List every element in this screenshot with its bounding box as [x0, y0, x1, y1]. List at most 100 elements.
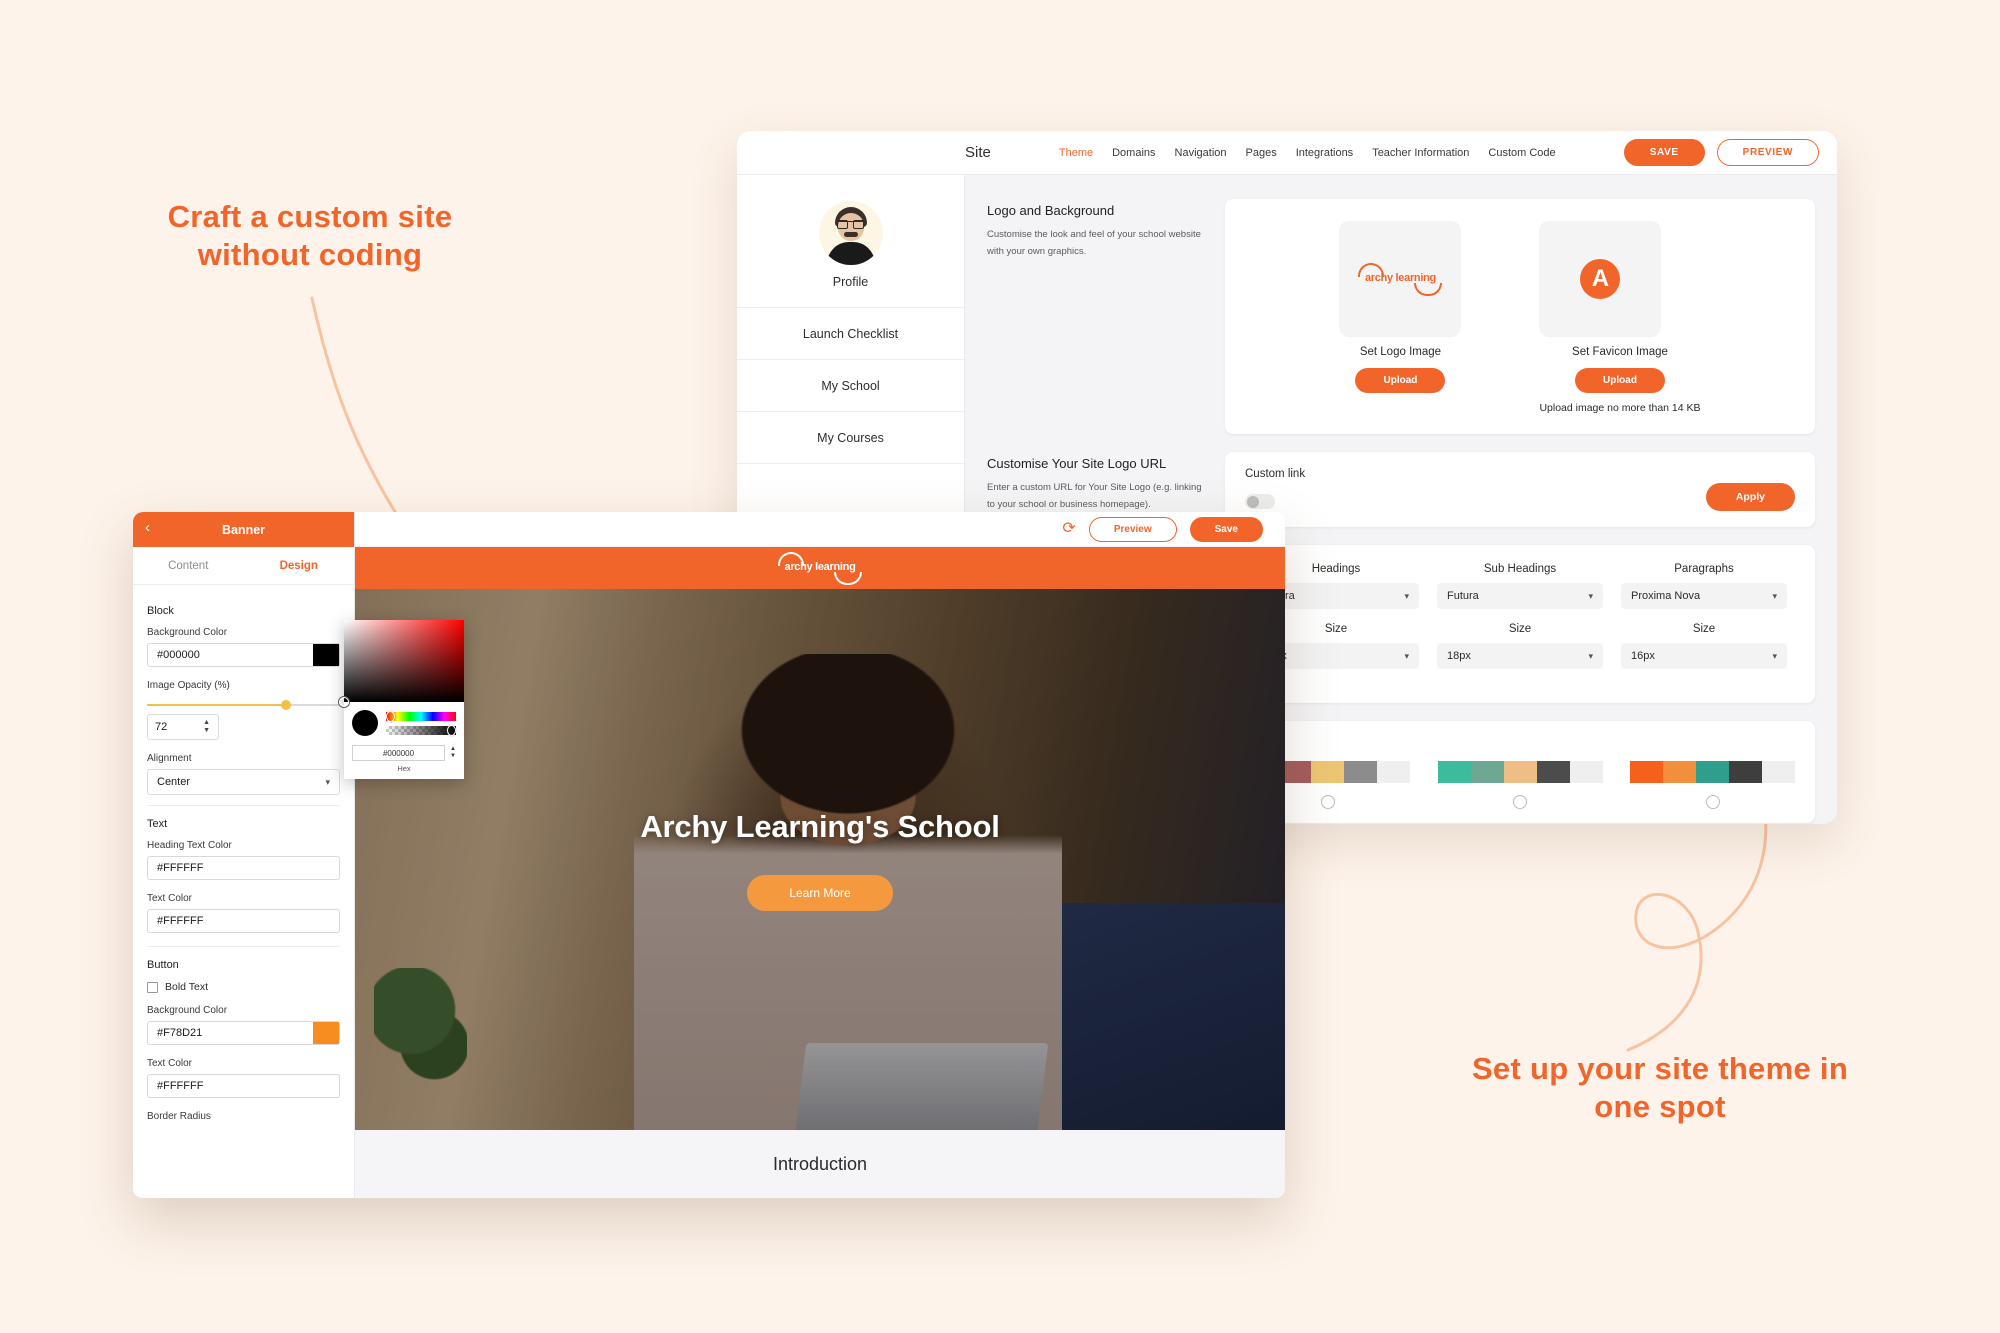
sidebar-item-launch-checklist[interactable]: Launch Checklist [737, 307, 964, 359]
logo-and-background-section: Logo and Background Customise the look a… [987, 199, 1815, 434]
color-picker-popup[interactable]: #000000 ▲ ▼ Hex [339, 620, 464, 779]
sub-headings-font-select[interactable]: Futura ▾ [1437, 583, 1603, 609]
image-opacity-slider[interactable] [147, 696, 340, 710]
typography-card: Headings Futura ▾ Size 24px ▾ Sub Headin… [1225, 545, 1815, 703]
heading-text-color-input[interactable]: #FFFFFF [147, 856, 340, 880]
save-button[interactable]: SAVE [1623, 139, 1705, 166]
chevron-down-icon: ▾ [1772, 650, 1777, 661]
logo-image-slot: archy learning Set Logo Image Upload [1339, 221, 1462, 414]
border-radius-label: Border Radius [147, 1111, 211, 1122]
hex-stepper-arrows-icon[interactable]: ▲ ▼ [450, 746, 456, 759]
refresh-icon[interactable]: ⟳ [1062, 521, 1075, 537]
sidebar-item-my-courses[interactable]: My Courses [737, 411, 964, 463]
callout-right: Set up your site theme in one spot [1471, 1051, 1849, 1124]
tab-content[interactable]: Content [133, 547, 244, 584]
logo-section-title: Logo and Background [987, 203, 1115, 218]
sidebar-profile[interactable]: Profile [737, 175, 964, 307]
favicon-letter-icon: A [1580, 259, 1621, 299]
alignment-select[interactable]: Center ▾ [147, 769, 340, 795]
preset-2-radio[interactable] [1513, 795, 1527, 809]
alignment-value: Center [157, 776, 191, 788]
preset-swatch [1696, 761, 1729, 783]
hex-input[interactable]: #000000 [352, 745, 446, 761]
tab-pages[interactable]: Pages [1246, 147, 1277, 159]
tab-navigation[interactable]: Navigation [1175, 147, 1227, 159]
tab-design[interactable]: Design [244, 547, 355, 584]
paragraphs-size-select[interactable]: 16px ▾ [1621, 643, 1787, 669]
sidebar-item-extra[interactable] [737, 463, 964, 515]
chevron-down-icon: ▾ [325, 776, 330, 787]
bold-text-checkbox-row[interactable]: Bold Text [147, 981, 340, 993]
tab-domains[interactable]: Domains [1112, 147, 1155, 159]
admin-topbar: Site Theme Domains Navigation Pages Inte… [737, 131, 1837, 175]
preset-option-2[interactable] [1437, 761, 1603, 809]
image-opacity-stepper[interactable]: 72 ▲ ▼ [147, 714, 219, 740]
preset-3-radio[interactable] [1705, 795, 1720, 809]
preset-swatch [1377, 761, 1410, 783]
bold-text-label: Bold Text [165, 981, 208, 993]
alpha-slider[interactable] [386, 724, 456, 736]
logo-card: archy learning Set Logo Image Upload A S… [1225, 199, 1815, 434]
paragraphs-font-select[interactable]: Proxima Nova ▾ [1621, 583, 1787, 609]
preset-option-3[interactable] [1630, 761, 1795, 809]
button-background-color-label: Background Color [147, 1005, 228, 1016]
tab-integrations[interactable]: Integrations [1296, 147, 1353, 159]
upload-logo-button[interactable]: Upload [1355, 368, 1446, 393]
favicon-image-slot: A Set Favicon Image Upload Upload image … [1539, 221, 1701, 414]
button-background-color-input[interactable]: #F78D21 [147, 1021, 340, 1045]
color-picker-saturation-handle[interactable] [339, 697, 349, 707]
logo-section-subtitle: Customise the look and feel of your scho… [987, 229, 1201, 257]
logo-url-card: Custom link Apply [1225, 452, 1815, 527]
banner-panel-title: Banner [221, 522, 266, 537]
color-picker-saturation-area[interactable] [339, 620, 464, 707]
tab-theme[interactable]: Theme [1059, 147, 1093, 159]
block-background-color-value: #000000 [157, 649, 200, 661]
chevron-down-icon: ▾ [1404, 650, 1409, 661]
preset-swatch [1729, 761, 1762, 783]
preset-1-radio[interactable] [1320, 795, 1335, 809]
banner-editor-window: ‹ Banner Content Design Block Background… [133, 512, 1285, 1198]
logo-url-subtitle: Enter a custom URL for Your Site Logo (e… [987, 482, 1202, 510]
banner-panel-header: ‹ Banner [133, 512, 354, 547]
stepper-arrows-icon[interactable]: ▲ ▼ [203, 719, 210, 734]
favicon-preview-box[interactable]: A [1539, 221, 1662, 337]
custom-link-toggle[interactable] [1245, 494, 1275, 509]
upload-favicon-button[interactable]: Upload [1575, 368, 1665, 393]
block-background-color-input[interactable]: #000000 [147, 643, 340, 667]
color-picker-row [352, 710, 456, 736]
admin-nav: Theme Domains Navigation Pages Integrati… [1059, 147, 1556, 159]
chevron-down-icon: ▾ [1772, 590, 1777, 601]
button-background-color-swatch[interactable] [313, 1022, 339, 1044]
chevron-down-icon: ▾ [1588, 650, 1593, 661]
logo-url-title: Customise Your Site Logo URL [987, 456, 1167, 471]
preview-button[interactable]: PREVIEW [1716, 139, 1819, 166]
hue-slider[interactable] [386, 710, 456, 722]
button-text-color-input[interactable]: #FFFFFF [147, 1074, 340, 1098]
sub-headings-size-select[interactable]: 18px ▾ [1437, 643, 1603, 669]
heading-text-color-value: #FFFFFF [157, 862, 204, 874]
divider [147, 805, 340, 806]
image-opacity-value: 72 [155, 721, 168, 733]
sub-headings-label: Sub Headings [1483, 563, 1557, 575]
save-button[interactable]: Save [1189, 516, 1263, 542]
block-background-color-swatch[interactable] [313, 644, 339, 666]
hero-content: Archy Learning's School Learn More [355, 589, 1285, 1130]
paragraphs-label: Paragraphs [1674, 563, 1734, 575]
set-favicon-image-label: Set Favicon Image [1572, 346, 1668, 358]
sub-headings-size-label: Size [1508, 623, 1532, 635]
text-color-input[interactable]: #FFFFFF [147, 909, 340, 933]
logo-preview-box[interactable]: archy learning [1339, 221, 1462, 337]
learn-more-button[interactable]: Learn More [747, 874, 893, 911]
preview-toolbar: ⟳ Preview Save [355, 512, 1285, 547]
bold-text-checkbox[interactable] [147, 981, 158, 993]
tab-teacher-information[interactable]: Teacher Information [1372, 147, 1469, 159]
apply-button[interactable]: Apply [1705, 483, 1795, 511]
back-chevron-icon[interactable]: ‹ [145, 520, 150, 535]
preview-button[interactable]: Preview [1088, 516, 1177, 542]
block-background-color-label: Background Color [147, 627, 228, 638]
site-preview-header: archy learning [355, 547, 1285, 589]
hex-input-row: #000000 ▲ ▼ [352, 745, 456, 761]
tab-custom-code[interactable]: Custom Code [1488, 147, 1555, 159]
text-group-title: Text [147, 818, 168, 830]
sidebar-item-my-school[interactable]: My School [737, 359, 964, 411]
